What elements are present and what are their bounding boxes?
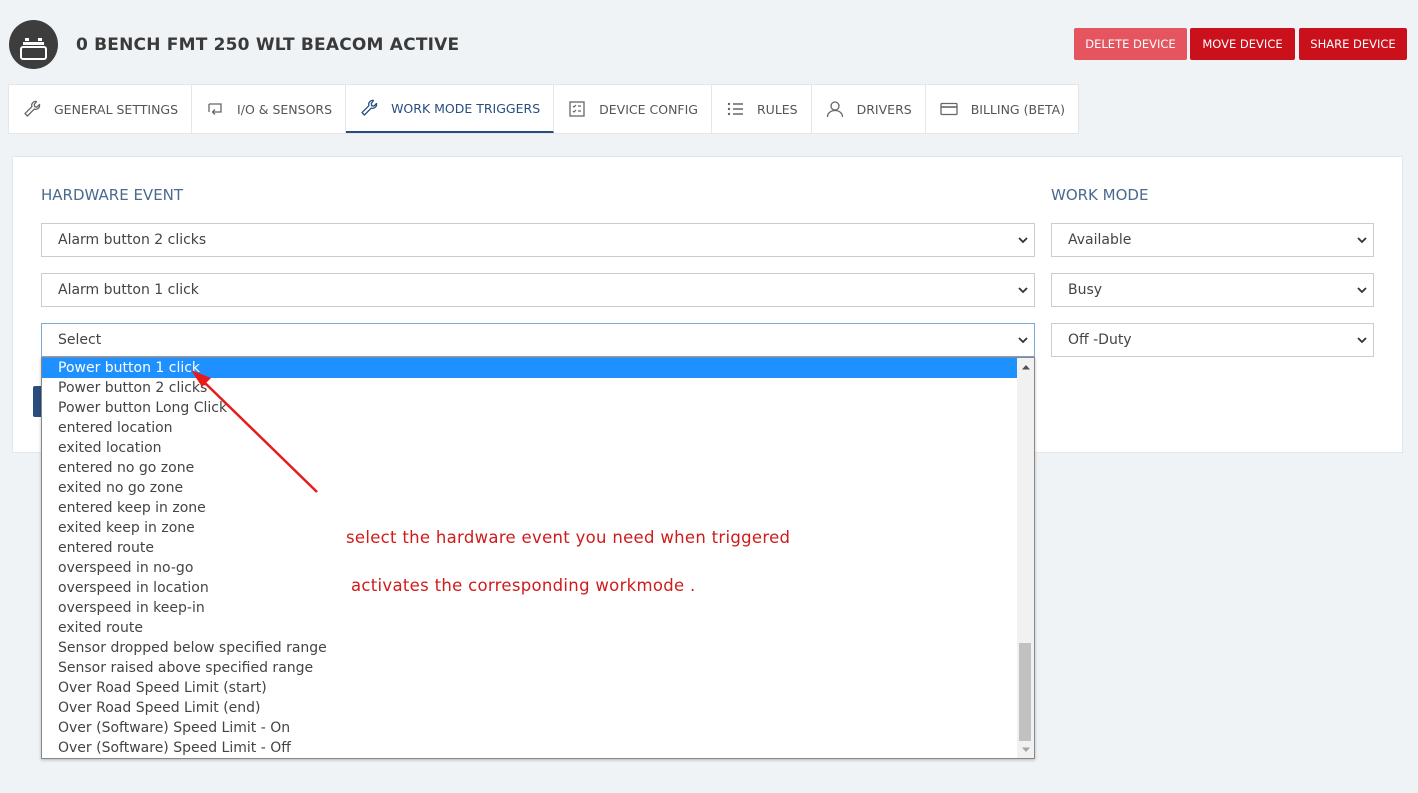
chevron-down-icon — [1018, 287, 1028, 294]
tab-general-settings[interactable]: GENERAL SETTINGS — [9, 85, 193, 133]
chevron-down-icon — [1018, 337, 1028, 344]
selected-value: Off -Duty — [1068, 332, 1132, 348]
chevron-down-icon — [1357, 337, 1367, 344]
delete-device-button[interactable]: DELETE DEVICE — [1074, 28, 1187, 60]
chevron-down-icon — [1357, 287, 1367, 294]
dropdown-option[interactable]: exited route — [42, 618, 1018, 638]
io-arrows-icon — [205, 99, 225, 119]
dropdown-option[interactable]: Sensor raised above specified range — [42, 658, 1018, 678]
scrollbar-thumb[interactable] — [1019, 643, 1031, 741]
dropdown-option[interactable]: overspeed in keep-in — [42, 598, 1018, 618]
tab-io-sensors[interactable]: I/O & SENSORS — [192, 85, 347, 133]
tab-label: GENERAL SETTINGS — [54, 101, 179, 117]
hardware-event-select[interactable]: Alarm button 2 clicks — [41, 223, 1035, 257]
dropdown-option[interactable]: Power button 2 clicks — [42, 378, 1018, 398]
device-avatar — [9, 20, 58, 69]
tab-label: BILLING (BETA) — [970, 101, 1066, 117]
tab-work-mode-triggers[interactable]: WORK MODE TRIGGERS — [346, 85, 555, 133]
work-mode-select[interactable]: Busy — [1051, 273, 1374, 307]
dropdown-option[interactable]: Over (Software) Speed Limit - On — [42, 718, 1018, 738]
annotation-text: activates the corresponding workmode . — [351, 576, 696, 595]
settings-tabs: GENERAL SETTINGS I/O & SENSORS WORK MODE… — [8, 84, 1080, 134]
work-mode-select[interactable]: Available — [1051, 223, 1374, 257]
dropdown-option[interactable]: entered keep in zone — [42, 498, 1018, 518]
user-icon — [825, 99, 845, 119]
work-mode-select[interactable]: Off -Duty — [1051, 323, 1374, 357]
list-icon — [725, 99, 745, 119]
selected-value: Available — [1068, 232, 1132, 248]
credit-card-icon — [939, 99, 959, 119]
dropdown-option[interactable]: Over Road Speed Limit (start) — [42, 678, 1018, 698]
tab-label: WORK MODE TRIGGERS — [391, 100, 541, 116]
move-device-button[interactable]: MOVE DEVICE — [1190, 28, 1295, 60]
hardware-event-dropdown[interactable]: Power button 1 click Power button 2 clic… — [41, 357, 1035, 759]
tab-label: DRIVERS — [856, 101, 912, 117]
dropdown-option[interactable]: exited location — [42, 438, 1018, 458]
dropdown-option[interactable]: Power button 1 click — [42, 358, 1018, 378]
scroll-down-arrow-icon[interactable] — [1017, 741, 1034, 758]
dropdown-option[interactable]: entered no go zone — [42, 458, 1018, 478]
share-device-button[interactable]: SHARE DEVICE — [1299, 28, 1407, 60]
scroll-up-arrow-icon[interactable] — [1017, 358, 1034, 375]
tab-drivers[interactable]: DRIVERS — [812, 85, 926, 133]
hardware-event-label: HARDWARE EVENT — [41, 186, 184, 204]
dropdown-option[interactable]: Over (Software) Speed Limit - Off — [42, 738, 1018, 758]
selected-value: Busy — [1068, 282, 1103, 298]
tab-label: RULES — [756, 101, 798, 117]
wrench-icon — [22, 99, 42, 119]
device-icon — [20, 38, 47, 60]
wrench-icon — [359, 98, 379, 118]
config-checklist-icon — [567, 99, 587, 119]
page-title: 0 BENCH FMT 250 WLT BEACOM ACTIVE — [76, 35, 460, 55]
device-header: 0 BENCH FMT 250 WLT BEACOM ACTIVE DELETE… — [0, 0, 1418, 84]
dropdown-option[interactable]: entered location — [42, 418, 1018, 438]
tab-billing[interactable]: BILLING (BETA) — [926, 85, 1078, 133]
chevron-down-icon — [1357, 237, 1367, 244]
annotation-text: select the hardware event you need when … — [346, 528, 791, 547]
tab-label: DEVICE CONFIG — [599, 101, 698, 117]
selected-value: Select — [58, 332, 102, 348]
hardware-event-select-open[interactable]: Select — [41, 323, 1035, 357]
dropdown-option[interactable]: exited no go zone — [42, 478, 1018, 498]
dropdown-scrollbar[interactable] — [1017, 358, 1034, 758]
dropdown-option[interactable]: Over Road Speed Limit (end) — [42, 698, 1018, 718]
dropdown-option[interactable]: Sensor dropped below specified range — [42, 638, 1018, 658]
selected-value: Alarm button 2 clicks — [58, 232, 207, 248]
selected-value: Alarm button 1 click — [58, 282, 199, 298]
dropdown-option[interactable]: Power button Long Click — [42, 398, 1018, 418]
tab-label: I/O & SENSORS — [237, 101, 333, 117]
dropdown-option[interactable]: overspeed in no-go — [42, 558, 1018, 578]
work-mode-label: WORK MODE — [1051, 186, 1149, 204]
hardware-event-select[interactable]: Alarm button 1 click — [41, 273, 1035, 307]
chevron-down-icon — [1018, 237, 1028, 244]
tab-rules[interactable]: RULES — [712, 85, 812, 133]
tab-device-config[interactable]: DEVICE CONFIG — [554, 85, 712, 133]
